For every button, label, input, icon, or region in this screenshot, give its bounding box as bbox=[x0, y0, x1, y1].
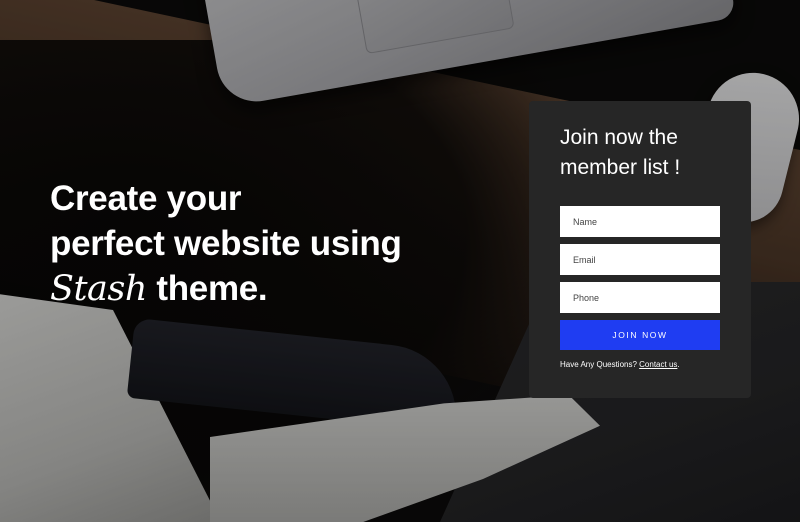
help-question: Have Any Questions? bbox=[560, 360, 640, 369]
hero-line-2: perfect website using bbox=[50, 224, 402, 263]
name-input[interactable] bbox=[560, 206, 720, 237]
hero-line-1: Create your bbox=[50, 179, 242, 218]
phone-input[interactable] bbox=[560, 282, 720, 313]
hero-line-3-suffix: theme. bbox=[146, 269, 268, 308]
help-text: Have Any Questions? Contact us. bbox=[560, 360, 720, 369]
signup-card: Join now the member list ! JOIN NOW Have… bbox=[529, 101, 751, 398]
signup-title: Join now the member list ! bbox=[560, 123, 720, 183]
hero-brand-name: Stash bbox=[50, 269, 147, 309]
join-now-button[interactable]: JOIN NOW bbox=[560, 320, 720, 350]
hero-line-3: Stash theme. bbox=[50, 266, 470, 312]
signup-title-line-2: member list ! bbox=[560, 156, 681, 179]
signup-title-line-1: Join now the bbox=[560, 126, 678, 149]
signup-form: JOIN NOW bbox=[560, 206, 720, 350]
email-input[interactable] bbox=[560, 244, 720, 275]
help-suffix: . bbox=[677, 360, 680, 369]
contact-us-link[interactable]: Contact us bbox=[639, 360, 677, 369]
hero-heading: Create your perfect website using Stash … bbox=[50, 176, 470, 312]
